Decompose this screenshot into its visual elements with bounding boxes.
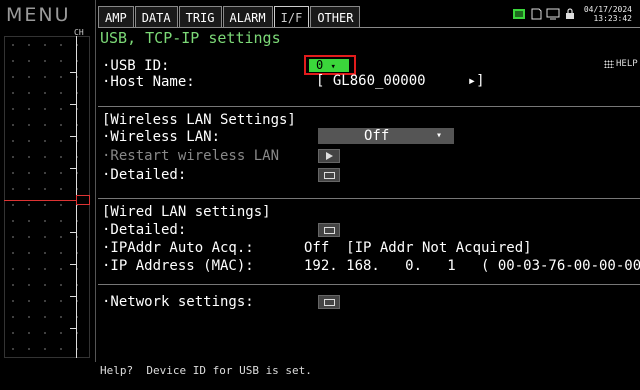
tab-if[interactable]: I/F [273,6,310,28]
section-title-wireless: [Wireless LAN Settings] [102,112,296,128]
channel-panel: MENU CH [0,0,96,362]
wired-detailed-label: ·Detailed: [102,222,187,238]
chevron-down-icon: ▾ [330,62,336,72]
section-title-wired: [Wired LAN settings] [102,204,271,220]
axis-tick [70,136,77,137]
window-icon [324,299,335,306]
signal-trace [4,200,76,201]
ip-address-label: ·IP Address (MAC): [102,258,254,274]
datetime: 04/17/2024 13:23:42 [584,5,632,23]
ipaddr-auto-label: ·IPAddr Auto Acq.: [102,240,254,256]
restart-wireless-button[interactable] [318,149,340,163]
time-text: 13:23:42 [593,14,632,23]
usb-id-value: 0 [316,58,324,72]
lock-icon [565,8,574,19]
wired-detailed-button[interactable] [318,223,340,237]
battery-icon [512,9,525,19]
ip-address-value: 192. 168. 0. 1 ( 00-03-76-00-00-00 ) [304,258,640,274]
axis-tick [70,168,77,169]
wireless-lan-label: ·Wireless LAN: [102,129,221,145]
host-name-field[interactable]: [ GL860_00000 ▸] [316,73,485,89]
tab-amp[interactable]: AMP [98,6,134,28]
help-button[interactable]: HELP [604,59,638,69]
host-name-label: ·Host Name: [102,74,195,90]
divider [98,284,640,285]
ipaddr-auto-value: Off [IP Addr Not Acquired] [304,240,532,256]
axis-tick [70,232,77,233]
usb-id-label: ·USB ID: [102,58,170,74]
divider [98,106,640,107]
help-label: HELP [616,59,638,69]
wireless-lan-value: Off [364,128,390,144]
axis-tick [70,264,77,265]
device-screen: MENU CH AMP DATA TRIG ALARM I/F OTHER 04… [0,0,640,390]
wireless-detailed-button[interactable] [318,168,340,182]
window-icon [324,227,335,234]
axis-tick [70,296,77,297]
tab-other[interactable]: OTHER [310,6,361,28]
tab-trig[interactable]: TRIG [178,6,222,28]
settings-panel: USB, TCP-IP settings ·USB ID: 0 ▾ HELP ·… [98,28,640,362]
tab-data[interactable]: DATA [134,6,178,28]
play-icon [326,152,333,160]
tab-alarm[interactable]: ALARM [222,6,273,28]
chevron-down-icon: ▾ [436,130,443,141]
help-grid-icon [604,60,614,68]
menu-button[interactable]: MENU [6,4,71,26]
tab-bar: AMP DATA TRIG ALARM I/F OTHER [98,4,361,28]
divider [98,198,640,199]
status-area: 04/17/2024 13:23:42 [512,5,632,23]
axis-tick [70,104,77,105]
section-title-usb: USB, TCP-IP settings [100,29,281,47]
window-icon [324,172,335,179]
date-text: 04/17/2024 [583,5,632,14]
network-settings-button[interactable] [318,295,340,309]
axis-tick [70,328,77,329]
network-settings-label: ·Network settings: [102,294,254,310]
pc-icon [546,8,560,20]
wireless-detailed-label: ·Detailed: [102,167,187,183]
wireless-lan-select[interactable]: Off ▾ [318,128,454,144]
restart-wireless-label: ·Restart wireless LAN [102,148,280,164]
sd-card-icon [531,8,542,20]
usb-id-select[interactable]: 0 ▾ [309,59,349,72]
axis-tick [70,72,77,73]
channel-marker[interactable] [76,195,90,205]
help-text-bar: Help? Device ID for USB is set. [100,364,312,377]
